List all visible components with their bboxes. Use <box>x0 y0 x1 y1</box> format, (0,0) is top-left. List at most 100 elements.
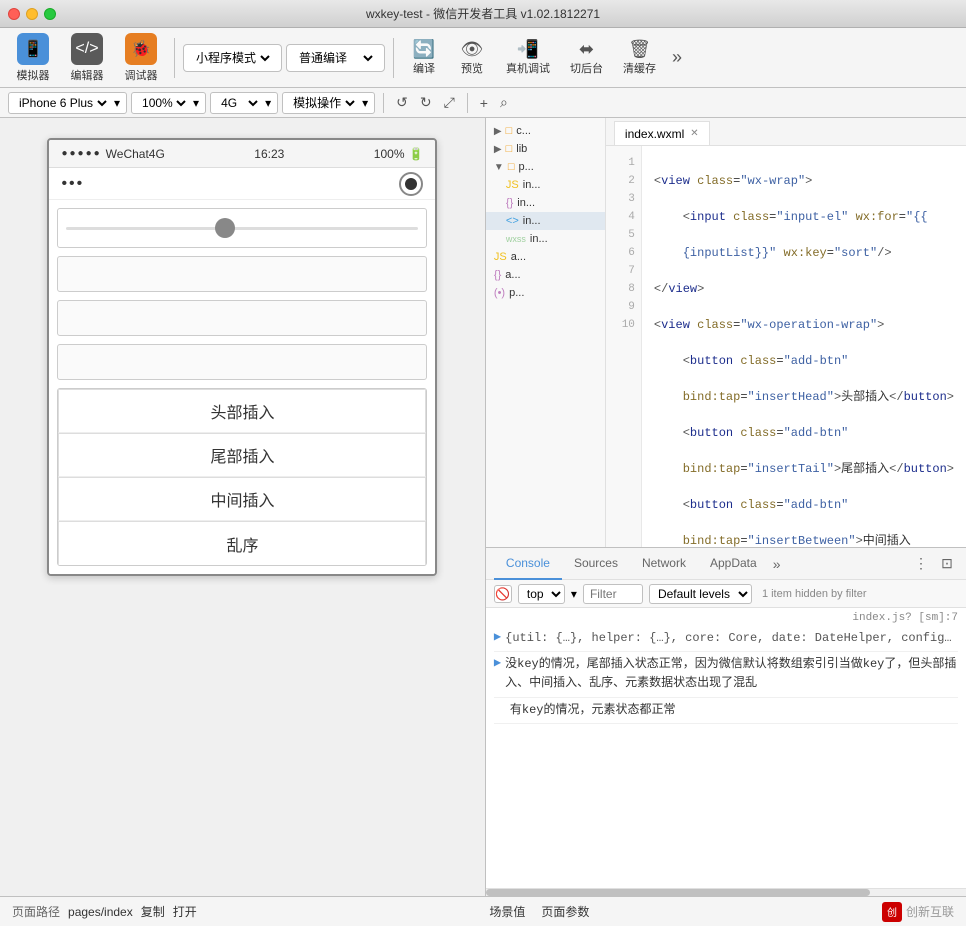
tab-sources[interactable]: Sources <box>562 548 630 580</box>
compile-select[interactable]: 普通编译 自定义编译 <box>295 50 376 66</box>
simulate-dropdown[interactable]: 模拟操作 清除数据 ▾ <box>282 92 375 114</box>
console-expand-button[interactable]: ⊡ <box>936 553 958 575</box>
phone-input-2[interactable] <box>57 300 427 336</box>
code-content[interactable]: <view class="wx-wrap"> <input class="inp… <box>642 146 966 547</box>
folder-icon-p: □ <box>508 161 515 173</box>
phone-input-1[interactable] <box>57 256 427 292</box>
mode-dropdown[interactable]: 小程序模式 插件模式 <box>183 44 282 72</box>
scene-label[interactable]: 场景值 <box>489 903 525 920</box>
tab-appdata[interactable]: AppData <box>698 548 769 580</box>
mode-select[interactable]: 小程序模式 插件模式 <box>192 50 273 66</box>
entry-2-text: 有key的情况，元素状态都正常 <box>494 701 958 720</box>
open-link[interactable]: 打开 <box>173 903 197 920</box>
phone-input-3[interactable] <box>57 344 427 380</box>
zoom-select[interactable]: 100% 75% 50% <box>138 95 189 111</box>
copy-link[interactable]: 复制 <box>141 903 165 920</box>
path-value: pages/index <box>68 905 133 919</box>
level-select[interactable]: Default levels Verbose Info Warnings Err… <box>649 584 752 604</box>
network-dropdown[interactable]: 4G WiFi 3G ▾ <box>210 92 278 114</box>
console-entry-0: ▶ {util: {…}, helper: {…}, core: Core, d… <box>494 626 958 652</box>
code-line-6: <button class="add-btn" <box>654 424 954 442</box>
real-device-button[interactable]: 📲 真机调试 <box>498 35 558 80</box>
phone-status-bar: ●●●●● WeChat4G 16:23 100% 🔋 <box>49 140 435 168</box>
phone-btn-0[interactable]: 头部插入 <box>58 389 426 433</box>
tree-item-a-json[interactable]: {} a... <box>486 266 605 284</box>
phone-frame: ●●●●● WeChat4G 16:23 100% 🔋 ••• <box>47 138 437 576</box>
entry-1-arrow[interactable]: ▶ <box>494 655 501 693</box>
tab-close-icon[interactable]: ✕ <box>690 128 698 139</box>
debugger-icon: 🐞 <box>125 33 157 65</box>
simulator-panel: ●●●●● WeChat4G 16:23 100% 🔋 ••• <box>0 118 486 896</box>
preview-button[interactable]: 👁 预览 <box>450 35 494 80</box>
brand-name: 创新互联 <box>906 903 954 920</box>
params-label[interactable]: 页面参数 <box>541 903 589 920</box>
phone-btn-1[interactable]: 尾部插入 <box>58 433 426 477</box>
code-view: index.wxml ✕ 1 2 3 4 5 6 7 8 9 <box>606 118 966 547</box>
tree-item-c[interactable]: ▶ □ c... <box>486 122 605 140</box>
tree-item-a-js[interactable]: JS a... <box>486 248 605 266</box>
cut-back-label: 切后台 <box>570 60 603 76</box>
compile-button[interactable]: 🔄 编译 <box>402 35 446 80</box>
rotate-left-button[interactable]: ↺ <box>392 92 412 113</box>
console-clear-button[interactable]: 🚫 <box>494 585 512 603</box>
tree-item-lib[interactable]: ▶ □ lib <box>486 140 605 158</box>
compile-dropdown[interactable]: 普通编译 自定义编译 <box>286 44 385 72</box>
simulate-select[interactable]: 模拟操作 清除数据 <box>289 95 358 111</box>
phone-btn-2[interactable]: 中间插入 <box>58 477 426 521</box>
phone-buttons-container: 头部插入 尾部插入 中间插入 乱序 <box>57 388 427 566</box>
console-menu-button[interactable]: ⋮ <box>910 553 932 575</box>
console-more-button[interactable]: » <box>769 556 785 572</box>
real-device-label: 真机调试 <box>506 60 550 76</box>
tree-label-a-json: a... <box>505 269 520 281</box>
scrollbar-thumb[interactable] <box>486 889 870 896</box>
console-scrollbar[interactable] <box>486 888 966 896</box>
slider-thumb[interactable] <box>215 218 235 238</box>
sub-separator-2 <box>467 93 468 113</box>
tree-item-in-wxml[interactable]: <> in... <box>486 212 605 230</box>
tree-item-in-js[interactable]: JS in... <box>486 176 605 194</box>
tab-network[interactable]: Network <box>630 548 698 580</box>
record-button[interactable] <box>399 172 423 196</box>
search-button[interactable]: ⌕ <box>496 92 512 113</box>
expand-button[interactable]: ⤢ <box>440 92 459 113</box>
editor-tab-index-wxml[interactable]: index.wxml ✕ <box>614 121 710 145</box>
wxss-icon: wxss <box>506 234 526 244</box>
filter-input[interactable] <box>583 584 643 604</box>
network-select[interactable]: 4G WiFi 3G <box>217 95 261 111</box>
source-line: index.js? [sm]:7 <box>494 612 958 624</box>
entry-0-text: {util: {…}, helper: {…}, core: Core, dat… <box>505 629 958 648</box>
clear-cache-button[interactable]: 🗑 清缓存 <box>615 35 664 80</box>
simulator-button[interactable]: 📱 模拟器 <box>8 32 58 84</box>
file-tree: ▶ □ c... ▶ □ lib ▼ □ p... JS in... <box>486 118 606 547</box>
cut-back-button[interactable]: ⬌ 切后台 <box>562 35 611 80</box>
phone-time: 16:23 <box>254 147 284 161</box>
debugger-button[interactable]: 🐞 调试器 <box>116 32 166 84</box>
network-chevron-icon: ▾ <box>265 96 271 110</box>
a-js-icon: JS <box>494 251 507 263</box>
more-button[interactable]: » <box>668 43 686 72</box>
add-page-button[interactable]: + <box>476 93 492 113</box>
tree-item-p-bullet[interactable]: (•) p... <box>486 284 605 302</box>
dots-menu[interactable]: ••• <box>61 175 84 193</box>
minimize-button[interactable] <box>26 8 38 20</box>
tree-item-p[interactable]: ▼ □ p... <box>486 158 605 176</box>
slider-track <box>66 227 418 230</box>
console-source-select[interactable]: top <box>518 584 565 604</box>
tree-label-a-js: a... <box>511 251 526 263</box>
maximize-button[interactable] <box>44 8 56 20</box>
zoom-dropdown[interactable]: 100% 75% 50% ▾ <box>131 92 206 114</box>
rotate-right-button[interactable]: ↻ <box>416 92 436 113</box>
tree-item-in-wxss[interactable]: wxss in... <box>486 230 605 248</box>
device-select[interactable]: iPhone 6 Plus iPhone X iPhone SE <box>15 95 110 111</box>
editor-button[interactable]: </> 编辑器 <box>62 32 112 84</box>
phone-btn-3[interactable]: 乱序 <box>58 521 426 565</box>
tab-console[interactable]: Console <box>494 548 562 580</box>
close-button[interactable] <box>8 8 20 20</box>
device-dropdown[interactable]: iPhone 6 Plus iPhone X iPhone SE ▾ <box>8 92 127 114</box>
tree-item-in-json[interactable]: {} in... <box>486 194 605 212</box>
entry-0-arrow[interactable]: ▶ <box>494 629 501 648</box>
phone-header: ••• <box>49 168 435 200</box>
tree-label-in-wxml: in... <box>523 215 541 227</box>
tree-label-in-wxss: in... <box>530 233 548 245</box>
clear-cache-icon: 🗑 <box>628 39 651 60</box>
